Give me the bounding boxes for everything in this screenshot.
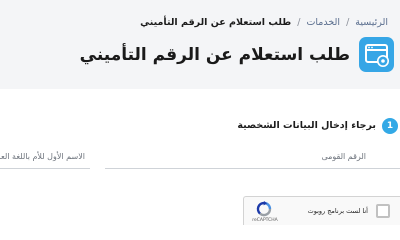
national-id-label: الرقم القومى — [321, 152, 366, 161]
page-title: طلب استعلام عن الرقم التأميني — [79, 45, 350, 65]
recaptcha-brand: reCAPTCHA — [252, 218, 278, 223]
breadcrumb-separator: / — [346, 16, 350, 28]
breadcrumb-current: طلب استعلام عن الرقم التأميني — [140, 16, 292, 28]
recaptcha-checkbox[interactable] — [376, 204, 390, 218]
breadcrumb-separator: / — [297, 16, 301, 28]
recaptcha-logo-icon — [255, 201, 273, 217]
step-number-badge: 1 — [382, 118, 398, 134]
mother-first-name-input[interactable] — [0, 168, 90, 169]
breadcrumb: الرئيسية / الخدمات / طلب استعلام عن الرق… — [140, 14, 388, 30]
recaptcha-label: أنا لست برنامج روبوت — [307, 207, 368, 215]
browser-settings-icon — [359, 37, 394, 72]
breadcrumb-services-link[interactable]: الخدمات — [306, 17, 340, 28]
recaptcha-widget: أنا لست برنامج روبوت reCAPTCHA — [243, 196, 400, 225]
step-title: برجاء إدخال البيانات الشخصية — [237, 120, 376, 131]
breadcrumb-home-link[interactable]: الرئيسية — [355, 17, 388, 28]
mother-first-name-label: الاسم الأول للأم باللغة العر — [0, 152, 85, 161]
national-id-input[interactable] — [105, 168, 400, 169]
